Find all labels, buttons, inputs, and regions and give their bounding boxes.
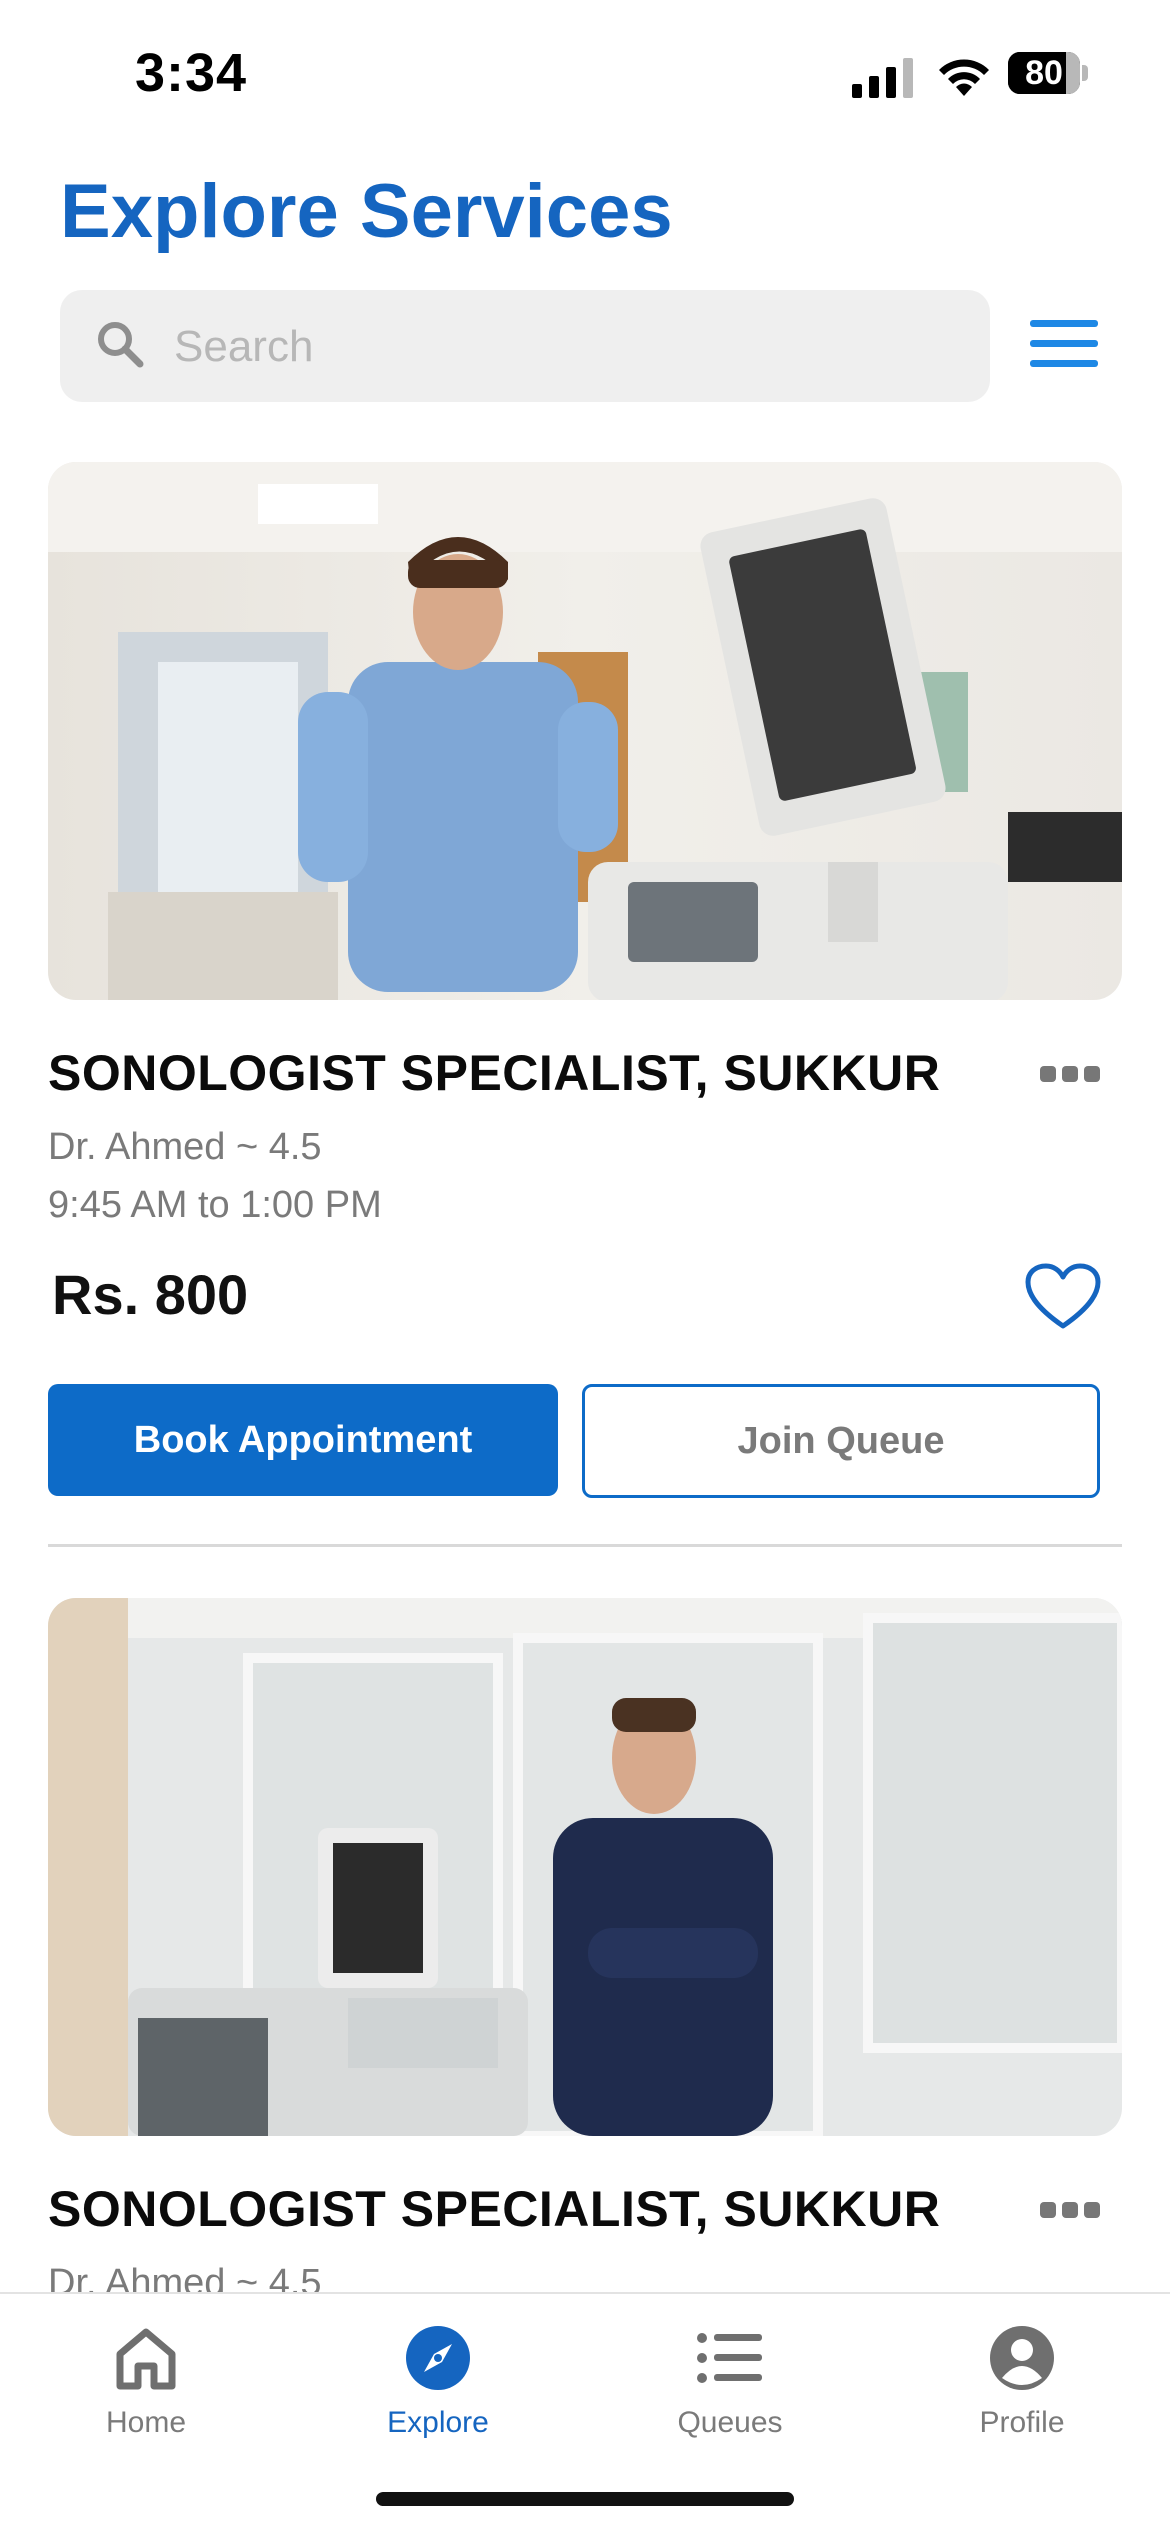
status-time: 3:34 (135, 43, 248, 103)
book-appointment-button[interactable]: Book Appointment (48, 1384, 558, 1496)
tab-label: Queues (677, 2406, 783, 2439)
search-input[interactable] (172, 290, 956, 404)
service-hours: 9:45 AM to 1:00 PM (48, 1184, 382, 1226)
doctor-rating: Dr. Ahmed ~ 4.5 (48, 1126, 322, 1168)
cellular-signal-icon (852, 58, 913, 98)
join-queue-button[interactable]: Join Queue (582, 1384, 1100, 1498)
tab-label: Profile (979, 2406, 1065, 2439)
search-icon (98, 322, 144, 368)
user-circle-icon (990, 2326, 1054, 2390)
home-icon (116, 2328, 176, 2390)
wifi-icon (939, 59, 989, 96)
service-image (48, 1598, 1122, 2136)
card-divider (48, 1544, 1122, 1547)
tab-queues[interactable]: Queues (584, 2294, 876, 2484)
service-price: Rs. 800 (52, 1263, 249, 1326)
hamburger-menu-icon[interactable] (1030, 318, 1098, 370)
heart-outline-icon[interactable] (1024, 1262, 1102, 1332)
tab-home[interactable]: Home (0, 2294, 292, 2484)
tab-label: Explore (387, 2406, 489, 2439)
status-bar: 3:34 80 (0, 0, 1170, 150)
search-bar[interactable] (60, 290, 990, 404)
battery-level: 80 (1025, 54, 1063, 92)
service-title: SONOLOGIST SPECIALIST, SUKKUR (48, 1045, 941, 1101)
battery-indicator: 80 (1008, 52, 1088, 96)
home-indicator (376, 2492, 794, 2506)
tab-explore[interactable]: Explore (292, 2294, 584, 2484)
compass-icon (406, 2326, 470, 2390)
tab-label: Home (105, 2406, 187, 2439)
list-icon (697, 2333, 762, 2383)
tab-profile[interactable]: Profile (876, 2294, 1168, 2484)
page-title: Explore Services (60, 169, 673, 254)
service-card: SONOLOGIST SPECIALIST, SUKKUR Dr. Ahmed … (48, 462, 1122, 1498)
service-title: SONOLOGIST SPECIALIST, SUKKUR (48, 2181, 941, 2237)
service-image (48, 462, 1122, 1000)
more-horizontal-icon[interactable] (1040, 2200, 1100, 2220)
more-horizontal-icon[interactable] (1040, 1064, 1100, 1084)
service-card: SONOLOGIST SPECIALIST, SUKKUR Dr. Ahmed … (48, 1598, 1122, 2304)
